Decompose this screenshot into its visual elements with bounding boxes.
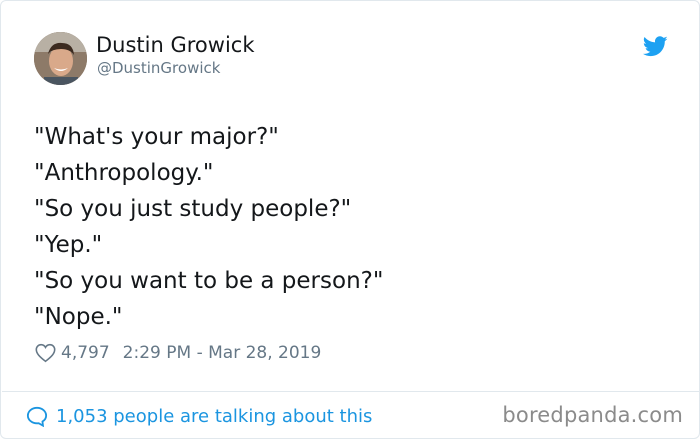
twitter-bird-icon[interactable] (643, 36, 668, 57)
tweet-line: "So you want to be a person?" (34, 268, 384, 294)
heart-icon[interactable] (35, 343, 56, 363)
speech-bubble-icon (26, 406, 48, 427)
tweet-line: "Nope." (34, 304, 123, 330)
talking-about-link[interactable]: 1,053 people are talking about this (56, 406, 372, 427)
tweet-meta: 4,797 2:29 PM - Mar 28, 2019 (35, 341, 321, 365)
boredpanda-watermark: boredpanda.com (502, 403, 683, 427)
author-display-name[interactable]: Dustin Growick (96, 33, 254, 57)
divider (2, 391, 700, 392)
tweet-card: Dustin Growick @DustinGrowick "What's yo… (0, 0, 700, 439)
avatar[interactable] (34, 32, 87, 85)
tweet-line: "Anthropology." (34, 160, 214, 186)
tweet-text: "What's your major?" "Anthropology." "So… (34, 119, 674, 335)
avatar-photo (34, 32, 87, 85)
conversation-link[interactable]: 1,053 people are talking about this (26, 403, 372, 429)
tweet-line: "What's your major?" (34, 124, 279, 150)
like-count[interactable]: 4,797 (61, 343, 110, 363)
tweet-line: "So you just study people?" (34, 196, 352, 222)
author-handle[interactable]: @DustinGrowick (97, 59, 220, 77)
tweet-timestamp[interactable]: 2:29 PM - Mar 28, 2019 (123, 343, 322, 363)
tweet-line: "Yep." (34, 232, 103, 258)
